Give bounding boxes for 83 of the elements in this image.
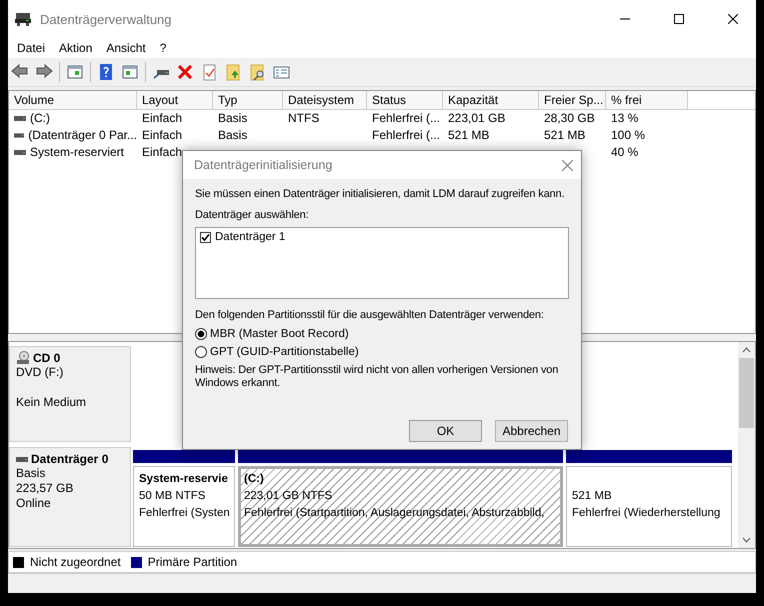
partition-size: 521 MB: [572, 489, 613, 504]
ok-button[interactable]: OK: [409, 420, 482, 442]
hint-text: Hinweis: Der GPT-Partitionsstil wird nicht von allen vorherigen Versionen von Windows erkannt.: [195, 364, 560, 390]
disk-detail: DVD (F:): [16, 365, 64, 380]
table-cell: 223,01 GB: [448, 110, 506, 127]
table-cell: Fehlerfrei (...: [372, 110, 440, 127]
legend-label: Nicht zugeordnet: [30, 555, 121, 570]
column-header[interactable]: Typ: [213, 90, 283, 109]
drive-icon: [14, 12, 32, 26]
folder-search-icon[interactable]: [248, 62, 266, 81]
drive-icon: [16, 456, 28, 463]
partition-status: Fehlerfrei (Wiederherstellung: [572, 506, 722, 522]
column-header[interactable]: Layout: [137, 90, 213, 109]
table-cell: 28,30 GB: [544, 110, 595, 127]
action-pane-icon[interactable]: [121, 62, 139, 81]
table-cell: 13 %: [611, 110, 638, 127]
table-cell: 100 %: [611, 126, 646, 144]
partition-name: (C:): [244, 472, 265, 488]
scroll-down-icon[interactable]: [742, 537, 751, 544]
drive-icon: [14, 132, 24, 139]
scroll-up-icon[interactable]: [742, 347, 751, 354]
table-cell: 521 MB: [544, 126, 586, 144]
dialog-title: Datenträgerinitialisierung: [194, 158, 332, 172]
checkbox[interactable]: [200, 232, 211, 242]
column-header[interactable]: Freier Sp...: [539, 90, 606, 109]
close-icon[interactable]: [728, 14, 738, 24]
list-label: Datenträger auswählen:: [195, 209, 310, 222]
table-cell: Fehlerfrei (...: [372, 126, 440, 144]
dialog-message: Sie müssen einen Datenträger initialisieren, damit LDM darauf zugreifen kann.: [195, 188, 566, 201]
disk-detail: Online: [16, 496, 52, 512]
disk-detail: Kein Medium: [16, 395, 88, 410]
partition-status: Fehlerfrei (Startpartition, Auslagerungsdatei, Absturzabbild,: [244, 506, 546, 522]
disk-name: Datenträger 0: [31, 452, 108, 466]
partition-size: 223,01 GB NTFS: [244, 489, 334, 504]
drive-icon: [14, 148, 26, 156]
maximize-icon[interactable]: [674, 14, 684, 24]
partition-size: 50 MB NTFS: [139, 489, 206, 504]
partition-block[interactable]: 521 MB Fehlerfrei (Wiederherstellung: [566, 466, 732, 548]
menu-item[interactable]: Datei: [10, 40, 52, 55]
table-cell: Einfach: [142, 126, 182, 144]
table-cell: 40 %: [611, 144, 638, 161]
radio-button[interactable]: [195, 346, 207, 358]
table-cell: System-reserviert: [30, 144, 124, 161]
table-cell: (C:): [30, 110, 50, 127]
scrollbar-thumb[interactable]: [739, 358, 754, 428]
drive-icon: [14, 114, 26, 122]
table-cell: Einfach: [142, 110, 182, 127]
menu-item[interactable]: Ansicht: [99, 40, 153, 55]
table-cell: Basis: [218, 126, 248, 144]
column-header[interactable]: % frei: [606, 90, 688, 109]
console-pane-icon[interactable]: [66, 62, 84, 81]
column-header[interactable]: Status: [367, 90, 443, 109]
back-icon[interactable]: [11, 62, 29, 81]
help-icon[interactable]: [97, 62, 115, 81]
radio-label[interactable]: GPT (GUID-Partitionstabelle): [210, 346, 359, 358]
disk-detail: 223,57 GB: [16, 481, 74, 496]
column-header[interactable]: Volume: [9, 90, 137, 109]
forward-icon[interactable]: [35, 62, 53, 81]
delete-icon[interactable]: [176, 62, 194, 81]
cancel-button[interactable]: Abbrechen: [495, 420, 568, 442]
disk-detail: Basis: [16, 466, 46, 482]
style-label: Den folgenden Partitionsstil für die ausgewählten Datenträger verwenden:: [195, 309, 545, 322]
partition-name: System-reservie: [139, 472, 229, 488]
checkbox-label[interactable]: Datenträger 1: [215, 231, 286, 243]
legend-label: Primäre Partition: [148, 555, 238, 570]
menu-item[interactable]: Aktion: [52, 40, 100, 55]
radio-button[interactable]: [195, 328, 207, 340]
table-cell: 521 MB: [448, 126, 490, 144]
table-cell: Basis: [218, 110, 248, 127]
partition-block[interactable]: (C:) 223,01 GB NTFS Fehlerfrei (Startpartition, Auslagerungsdatei, Absturzabbild,: [238, 466, 563, 548]
window-title: Datenträgerverwaltung: [40, 12, 173, 26]
partition-block[interactable]: System-reservie 50 MB NTFS Fehlerfrei (Systen: [133, 466, 235, 548]
disk-name: CD 0: [33, 351, 60, 366]
column-header[interactable]: Dateisystem: [283, 90, 367, 109]
table-cell: Einfach: [142, 144, 182, 161]
table-cell: NTFS: [288, 110, 320, 127]
table-cell: (Datenträger 0 Par...: [28, 126, 137, 144]
cd-drive-icon: [16, 351, 30, 366]
partition-status: Fehlerfrei (Systen: [139, 506, 229, 522]
folder-up-icon[interactable]: [224, 62, 242, 81]
radio-label[interactable]: MBR (Master Boot Record): [210, 328, 349, 340]
menu-item[interactable]: ?: [152, 40, 174, 55]
column-header[interactable]: Kapazität: [443, 90, 539, 109]
